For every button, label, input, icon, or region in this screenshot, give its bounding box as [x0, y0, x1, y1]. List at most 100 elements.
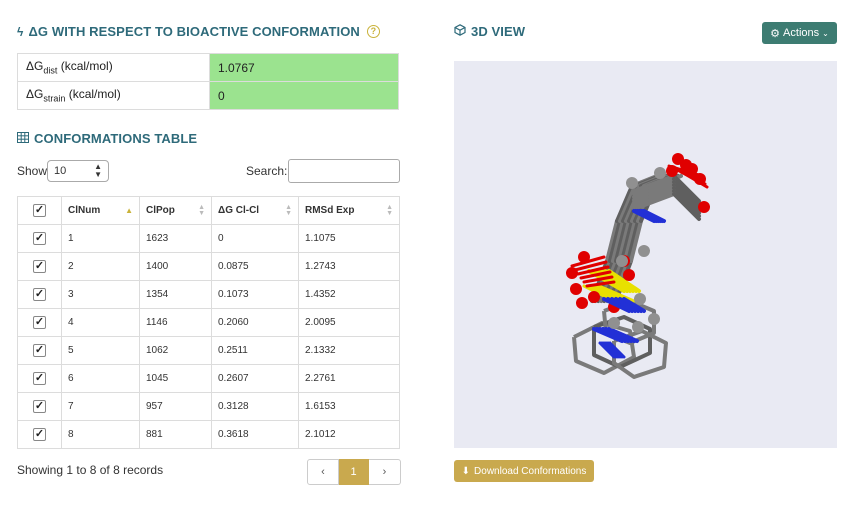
cell-delta-g: 0.2607 — [211, 364, 299, 393]
page-1-button[interactable]: 1 — [339, 459, 369, 485]
cell-clnum: 4 — [61, 308, 140, 337]
header-delta-g[interactable]: ΔG Cl-Cl ▲ ▼ — [211, 196, 299, 225]
cell-delta-g: 0.3128 — [211, 392, 299, 421]
row-checkbox[interactable]: ✓ — [33, 232, 46, 245]
pagination: ‹ 1 › — [307, 459, 401, 485]
row-select-cell[interactable]: ✓ — [17, 364, 62, 393]
cell-clnum: 1 — [61, 224, 140, 253]
table-row[interactable]: ✓ 6 1045 0.2607 2.2761 — [17, 364, 400, 393]
actions-button[interactable]: ⚙ Actions ⌄ — [762, 22, 837, 44]
select-all-checkbox[interactable]: ✓ — [33, 204, 46, 217]
select-all-header[interactable]: ✓ — [17, 196, 62, 225]
cell-clnum: 5 — [61, 336, 140, 365]
cell-rmsd: 2.2761 — [298, 364, 400, 393]
row-checkbox[interactable]: ✓ — [33, 316, 46, 329]
table-row[interactable]: ✓ 5 1062 0.2511 2.1332 — [17, 336, 400, 365]
row-select-cell[interactable]: ✓ — [17, 308, 62, 337]
row-checkbox[interactable]: ✓ — [33, 344, 46, 357]
lightning-icon: ϟ — [17, 24, 24, 39]
row-select-cell[interactable]: ✓ — [17, 224, 62, 253]
delta-g-dist-label: ΔGdist (kcal/mol) — [17, 53, 210, 82]
molecule-render — [566, 153, 710, 379]
sort-icon: ▲ ▼ — [386, 204, 393, 217]
show-label: Show — [17, 164, 48, 178]
row-select-cell[interactable]: ✓ — [17, 252, 62, 281]
cell-delta-g: 0 — [211, 224, 299, 253]
cell-rmsd: 2.1012 — [298, 420, 400, 449]
table-row[interactable]: ✓ 1 1623 0 1.1075 — [17, 224, 400, 253]
help-icon[interactable]: ? — [366, 25, 380, 38]
delta-g-row-strain: ΔGstrain (kcal/mol) 0 — [17, 81, 399, 110]
header-rmsd[interactable]: RMSd Exp ▲ ▼ — [298, 196, 400, 225]
table-row[interactable]: ✓ 8 881 0.3618 2.1012 — [17, 420, 400, 449]
cell-clnum: 3 — [61, 280, 140, 309]
page-size-select[interactable]: 10 ▲ ▼ — [47, 160, 109, 182]
cell-clnum: 8 — [61, 420, 140, 449]
cell-delta-g: 0.2060 — [211, 308, 299, 337]
conformations-title-text: CONFORMATIONS TABLE — [34, 131, 198, 146]
records-info: Showing 1 to 8 of 8 records — [17, 463, 164, 477]
cell-clpop: 1354 — [139, 280, 212, 309]
molecule-3d-viewer[interactable] — [454, 61, 837, 448]
cell-rmsd: 2.0095 — [298, 308, 400, 337]
cell-rmsd: 1.1075 — [298, 224, 400, 253]
search-label: Search: — [246, 164, 288, 178]
actions-label: Actions — [783, 27, 820, 39]
row-checkbox[interactable]: ✓ — [33, 372, 46, 385]
prev-page-button[interactable]: ‹ — [307, 459, 339, 485]
cell-clpop: 957 — [139, 392, 212, 421]
table-row[interactable]: ✓ 7 957 0.3128 1.6153 — [17, 392, 400, 421]
delta-g-dist-value: 1.0767 — [209, 53, 399, 82]
row-checkbox[interactable]: ✓ — [33, 400, 46, 413]
cell-clpop: 1623 — [139, 224, 212, 253]
delta-g-table: ΔGdist (kcal/mol) 1.0767 ΔGstrain (kcal/… — [17, 53, 399, 110]
row-checkbox[interactable]: ✓ — [33, 288, 46, 301]
cell-delta-g: 0.0875 — [211, 252, 299, 281]
view3d-title-text: 3D VIEW — [471, 24, 526, 39]
cell-delta-g: 0.2511 — [211, 336, 299, 365]
delta-g-row-dist: ΔGdist (kcal/mol) 1.0767 — [17, 53, 399, 82]
delta-g-strain-label: ΔGstrain (kcal/mol) — [17, 81, 210, 110]
header-clnum[interactable]: ClNum ▲ — [61, 196, 140, 225]
row-checkbox[interactable]: ✓ — [33, 260, 46, 273]
chevron-down-icon: ⌄ — [822, 28, 829, 38]
cell-delta-g: 0.1073 — [211, 280, 299, 309]
sort-icon: ▲ ▼ — [285, 204, 292, 217]
search-input[interactable] — [288, 159, 400, 183]
select-arrows-icon: ▲ ▼ — [94, 162, 102, 179]
row-select-cell[interactable]: ✓ — [17, 420, 62, 449]
table-row[interactable]: ✓ 3 1354 0.1073 1.4352 — [17, 280, 400, 309]
sort-icon: ▲ ▼ — [198, 204, 205, 217]
download-conformations-button[interactable]: ⬇ Download Conformations — [454, 460, 594, 482]
page-size-value: 10 — [54, 165, 67, 177]
cell-rmsd: 1.6153 — [298, 392, 400, 421]
conformations-table: ✓ ClNum ▲ ClPop ▲ ▼ ΔG Cl-Cl ▲ ▼ RMSd Exp ▲ ▼ ✓… — [17, 196, 400, 449]
header-clpop[interactable]: ClPop ▲ ▼ — [139, 196, 212, 225]
download-label: Download Conformations — [474, 465, 587, 477]
cell-rmsd: 1.2743 — [298, 252, 400, 281]
cell-clpop: 1400 — [139, 252, 212, 281]
view3d-title: 3D VIEW — [454, 24, 525, 39]
sort-asc-icon: ▲ — [125, 206, 133, 215]
cell-rmsd: 2.1332 — [298, 336, 400, 365]
cell-clnum: 7 — [61, 392, 140, 421]
table-row[interactable]: ✓ 4 1146 0.2060 2.0095 — [17, 308, 400, 337]
next-page-button[interactable]: › — [369, 459, 401, 485]
cell-clnum: 6 — [61, 364, 140, 393]
cell-delta-g: 0.3618 — [211, 420, 299, 449]
table-icon — [17, 131, 29, 146]
row-select-cell[interactable]: ✓ — [17, 280, 62, 309]
cell-clnum: 2 — [61, 252, 140, 281]
cell-clpop: 1045 — [139, 364, 212, 393]
cube-icon — [454, 24, 466, 39]
row-select-cell[interactable]: ✓ — [17, 336, 62, 365]
download-icon: ⬇ — [461, 465, 471, 477]
gears-icon: ⚙ — [770, 27, 781, 40]
cell-rmsd: 1.4352 — [298, 280, 400, 309]
cell-clpop: 881 — [139, 420, 212, 449]
table-row[interactable]: ✓ 2 1400 0.0875 1.2743 — [17, 252, 400, 281]
cell-clpop: 1062 — [139, 336, 212, 365]
row-checkbox[interactable]: ✓ — [33, 428, 46, 441]
table-header-row: ✓ ClNum ▲ ClPop ▲ ▼ ΔG Cl-Cl ▲ ▼ RMSd Exp ▲ ▼ — [17, 196, 400, 225]
row-select-cell[interactable]: ✓ — [17, 392, 62, 421]
